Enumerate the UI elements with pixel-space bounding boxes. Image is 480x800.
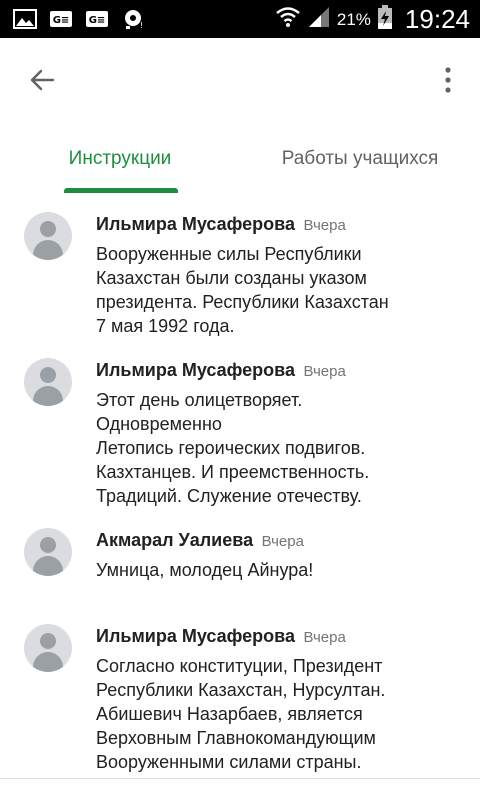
app-bar	[0, 38, 480, 124]
comment-author: Ильмира Мусаферова	[96, 626, 295, 646]
tab-bar: Инструкции Работы учащихся	[0, 124, 480, 194]
avatar[interactable]	[24, 212, 72, 260]
comment-line: Этот день олицетворяет.	[96, 390, 303, 410]
comment-author: Ильмира Мусаферова	[96, 214, 295, 234]
more-vert-icon	[444, 66, 452, 98]
comment-item: Акмарал Уалиева Вчера Умница, молодец Ай…	[0, 516, 480, 606]
comment-line: Абишевич Назарбаев, является	[96, 704, 363, 724]
signal-icon	[307, 5, 331, 34]
comment-header: Ильмира Мусаферова Вчера	[96, 214, 346, 235]
battery-icon	[377, 4, 393, 35]
comment-header: Ильмира Мусаферова Вчера	[96, 360, 346, 381]
comment-line: Умница, молодец Айнура!	[96, 560, 314, 580]
system-indicators: 21% 19:24	[275, 4, 470, 35]
comment-line: Согласно конституции, Президент	[96, 656, 383, 676]
sync-icon: !	[120, 7, 146, 31]
arrow-back-icon	[29, 67, 55, 98]
more-options-button[interactable]	[430, 60, 466, 104]
comment-item: Ильмира Мусаферова Вчера Вооруженные сил…	[0, 200, 480, 350]
avatar[interactable]	[24, 624, 72, 672]
battery-percent: 21%	[336, 9, 371, 29]
comment-time: Вчера	[303, 363, 346, 380]
comment-line: президента. Республики Казахстан	[96, 292, 389, 312]
comment-header: Акмарал Уалиева Вчера	[96, 530, 304, 551]
comment-line: Летопись героических подвигов.	[96, 438, 366, 458]
clock: 19:24	[404, 4, 470, 34]
comment-author: Ильмира Мусаферова	[96, 360, 295, 380]
svg-text:G≡: G≡	[53, 15, 70, 26]
comment-line: Одновременно	[96, 414, 222, 434]
comment-time: Вчера	[261, 533, 304, 550]
comment-list: Ильмира Мусаферова Вчера Вооруженные сил…	[0, 200, 480, 780]
tab-instructions[interactable]: Инструкции	[40, 124, 200, 194]
comment-text: Этот день олицетворяет. Одновременно Лет…	[96, 388, 468, 508]
back-button[interactable]	[20, 60, 64, 104]
avatar[interactable]	[24, 358, 72, 406]
avatar[interactable]	[24, 528, 72, 576]
comment-line: Вооруженные силы Республики	[96, 244, 362, 264]
comment-text: Вооруженные силы Республики Казахстан бы…	[96, 242, 468, 338]
comment-author: Акмарал Уалиева	[96, 530, 254, 550]
comment-item: Ильмира Мусаферова Вчера Согласно консти…	[0, 612, 480, 780]
comment-text: Умница, молодец Айнура!	[96, 558, 468, 582]
comment-line: Казхтанцев. И преемственность.	[96, 462, 370, 482]
comment-text: Согласно конституции, Президент Республи…	[96, 654, 468, 774]
active-tab-indicator	[64, 188, 178, 193]
comment-time: Вчера	[303, 629, 346, 646]
comment-line: Вооруженными силами страны.	[96, 752, 362, 772]
svg-text:!: !	[140, 21, 143, 30]
comment-item: Ильмира Мусаферова Вчера Этот день олице…	[0, 346, 480, 516]
image-icon	[12, 7, 38, 31]
wifi-icon	[275, 4, 301, 35]
comment-time: Вчера	[303, 217, 346, 234]
comment-header: Ильмира Мусаферова Вчера	[96, 626, 346, 647]
comment-line: Верховным Главнокомандующим	[96, 728, 376, 748]
sim-ge-icon: G≡	[84, 7, 110, 31]
comment-line: Казахстан были созданы указом	[96, 268, 367, 288]
bottom-divider	[0, 778, 480, 779]
comment-line: Республики Казахстан, Нурсултан.	[96, 680, 386, 700]
tab-student-work[interactable]: Работы учащихся	[260, 124, 460, 194]
notification-icons: G≡ G≡ !	[12, 7, 146, 31]
comment-line: 7 мая 1992 года.	[96, 316, 235, 336]
comment-line: Традиций. Служение отечеству.	[96, 486, 362, 506]
status-bar: G≡ G≡ ! 21% 19:24	[0, 0, 480, 38]
svg-text:G≡: G≡	[89, 15, 106, 26]
sim-ge-icon: G≡	[48, 7, 74, 31]
